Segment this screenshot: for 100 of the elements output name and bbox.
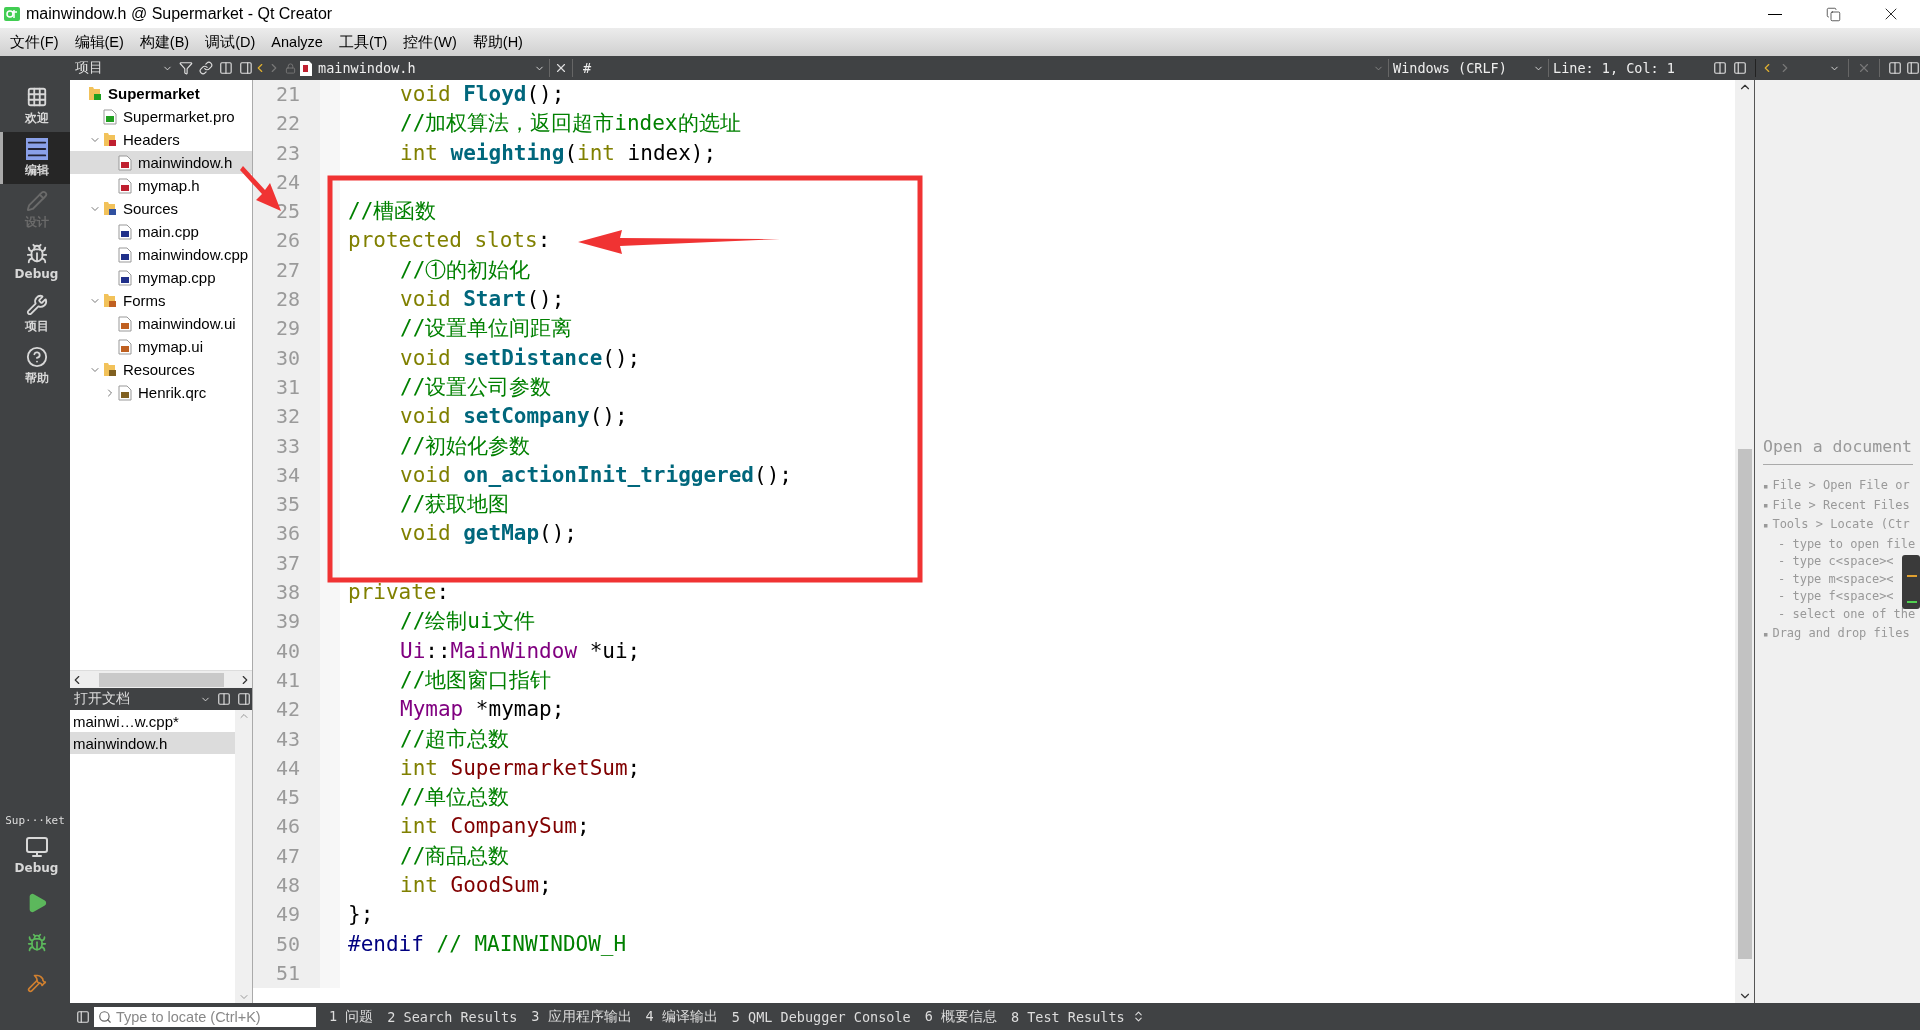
tree-item[interactable]: mainwindow.cpp [70, 243, 252, 266]
code-line: //超市总数 [399, 725, 510, 753]
document-selector[interactable]: mainwindow.h [318, 60, 534, 76]
line-number: 46 [275, 813, 300, 841]
code-line: //设置公司参数 [399, 373, 552, 401]
tree-item[interactable]: Headers [70, 128, 252, 151]
menu-item[interactable]: 编辑(E) [66, 28, 132, 56]
line-number: 22 [275, 110, 300, 138]
output-pane-button[interactable]: 3 应用程序输出 [524, 1003, 639, 1030]
menu-item[interactable]: 帮助(H) [464, 28, 531, 56]
mode-button[interactable]: 项目 [0, 288, 70, 340]
file-icon [103, 108, 117, 125]
bullet-mark: ▪ [1763, 519, 1769, 530]
line-number: 38 [275, 579, 300, 607]
hint-text: - type to open file [1777, 535, 1917, 553]
menu-item[interactable]: 工具(T) [330, 28, 396, 56]
menu-item[interactable]: 文件(F) [2, 28, 67, 56]
mode-button[interactable]: 编辑 [0, 132, 70, 184]
tree-item[interactable]: Resources [70, 358, 252, 381]
code-line: //绘制ui文件 [399, 608, 535, 636]
code-line: void getMap(); [399, 520, 577, 548]
tree-item[interactable]: Supermarket.pro [70, 105, 252, 128]
folder-icon [103, 132, 117, 147]
pencil-icon [25, 189, 48, 212]
tree-item[interactable]: Sources [70, 197, 252, 220]
code-line: protected slots: [347, 227, 551, 255]
folder-icon [103, 201, 117, 216]
tree-item[interactable]: mymap.cpp [70, 266, 252, 289]
sidebar-toggle-icon[interactable] [76, 1009, 90, 1024]
close-icon [1857, 61, 1871, 75]
menu-item[interactable]: 调试(D) [197, 28, 264, 56]
output-pane-button[interactable]: 5 QML Debugger Console [724, 1003, 918, 1030]
bullet-mark: ▪ [1763, 500, 1769, 511]
code-line: void Floyd(); [399, 81, 565, 108]
bullet-mark: ▪ [1763, 480, 1769, 491]
hint-text: Drag and drop files [1772, 625, 1910, 642]
output-pane-button[interactable]: 1 问题 [322, 1003, 381, 1030]
code-line: #endif // MAINWINDOW_H [347, 930, 627, 958]
line-number: 30 [275, 344, 300, 372]
kit-project-label: Sup···ket [4, 814, 66, 827]
bullet-mark: ▪ [1763, 628, 1769, 639]
menu-item[interactable]: Analyze [263, 28, 331, 56]
level-meter-icon [1902, 555, 1920, 609]
hint-text: File > Recent Files [1772, 496, 1910, 514]
kit-selector[interactable]: Debug [0, 827, 70, 883]
open-document-item[interactable]: mainwindow.h [70, 732, 235, 754]
hint-text: - select one of the [1777, 605, 1917, 623]
line-number: 47 [275, 842, 300, 870]
scrollbar-thumb[interactable] [98, 672, 224, 687]
code-line: void setCompany(); [399, 403, 628, 431]
code-line: //①的初始化 [399, 256, 531, 284]
line-number: 44 [275, 754, 300, 782]
wrench-icon [25, 293, 48, 316]
output-pane-button[interactable]: 6 概要信息 [917, 1003, 1004, 1030]
outline-title: Open a document [1763, 437, 1913, 465]
tree-item[interactable]: Supermarket [70, 82, 252, 105]
code-line: int SupermarketSum; [399, 754, 641, 782]
filter-icon [179, 61, 194, 75]
file-icon [118, 154, 132, 171]
code-line: void on_actionInit_triggered(); [399, 461, 792, 489]
hammer-icon [26, 973, 47, 993]
code-line: void Start(); [399, 286, 565, 314]
scrollbar-thumb[interactable] [1737, 449, 1752, 959]
tree-item[interactable]: mainwindow.ui [70, 312, 252, 335]
menu-item[interactable]: 控件(W) [395, 28, 465, 56]
tree-item[interactable]: mainwindow.h [70, 151, 252, 174]
pane-selector[interactable]: 项目 [75, 59, 157, 77]
folder-icon [103, 362, 117, 377]
code-line: Mymap *mymap; [399, 696, 565, 724]
mode-button[interactable]: 欢迎 [0, 80, 70, 132]
open-document-item[interactable]: mainwi…w.cpp* [70, 710, 235, 732]
tree-item[interactable]: Forms [70, 289, 252, 312]
line-number: 40 [275, 637, 300, 665]
output-pane-button[interactable]: 8 Test Results [1003, 1003, 1132, 1030]
tree-item[interactable]: main.cpp [70, 220, 252, 243]
symbol-selector[interactable]: # [583, 60, 592, 76]
tree-item[interactable]: Henrik.qrc [70, 381, 252, 404]
code-line: //单位总数 [399, 784, 510, 812]
tree-item[interactable]: mymap.ui [70, 335, 252, 358]
output-pane-button[interactable]: 2 Search Results [380, 1003, 525, 1030]
lock-icon [285, 62, 296, 74]
hint-text: File > Open File or [1772, 477, 1910, 494]
locate-field[interactable]: Type to locate (Ctrl+K) [94, 1006, 316, 1027]
folder-icon [103, 293, 117, 308]
code-line: private: [347, 579, 450, 607]
code-line: }; [347, 901, 374, 929]
line-number: 36 [275, 520, 300, 548]
line-number: 24 [275, 168, 300, 196]
mode-button[interactable]: Debug [0, 236, 70, 288]
code-line: Ui::MainWindow *ui; [399, 637, 641, 665]
line-endings-selector[interactable]: Windows (CRLF) [1393, 60, 1533, 76]
menu-item[interactable]: 构建(B) [131, 28, 198, 56]
tree-item[interactable]: mymap.h [70, 174, 252, 197]
panel-icon [237, 692, 251, 706]
split-icon [1713, 61, 1727, 75]
mode-button[interactable]: 帮助 [0, 340, 70, 392]
bug-icon [25, 243, 48, 265]
help-icon [25, 345, 48, 368]
output-pane-button[interactable]: 4 编译输出 [638, 1003, 725, 1030]
window-title: mainwindow.h @ Supermarket - Qt Creator [26, 5, 334, 23]
